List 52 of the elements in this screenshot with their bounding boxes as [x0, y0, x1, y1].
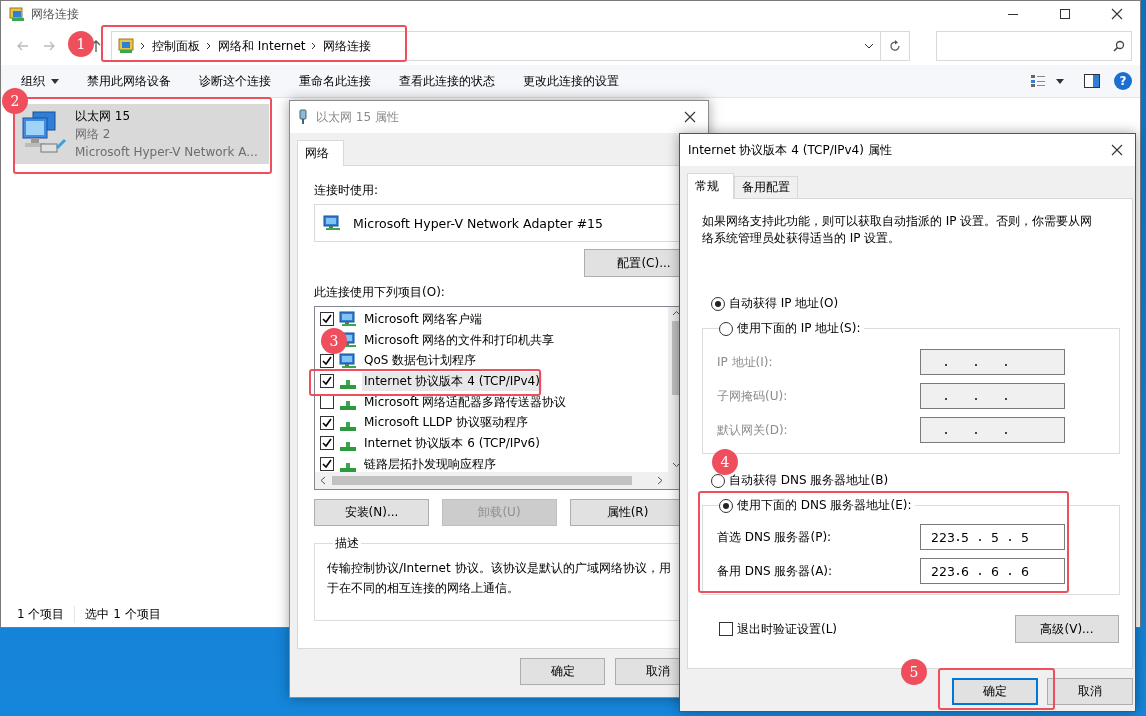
toolbar-button[interactable]: 诊断这个连接 [191, 68, 279, 94]
dialog-button[interactable]: 确定 [520, 658, 605, 685]
breadcrumb-item[interactable]: 网络和 Internet [218, 37, 306, 55]
tab[interactable]: 备用配置 [734, 176, 798, 198]
list-item[interactable]: Microsoft 网络客户端 [362, 309, 485, 329]
device-name: Microsoft Hyper-V Network A... [75, 144, 258, 161]
list-item[interactable]: Internet 协议版本 6 (TCP/IPv6) [362, 433, 542, 453]
action-button[interactable]: 安装(N)... [314, 499, 429, 526]
address-bar[interactable]: 控制面板 网络和 Internet 网络连接 [111, 31, 881, 61]
radio-label: 使用下面的 DNS 服务器地址(E): [737, 497, 912, 514]
dialog-button[interactable]: 确定 [952, 678, 1038, 705]
breadcrumb-item[interactable]: 控制面板 [152, 37, 200, 55]
status-text: 选中 1 个项目 [74, 605, 161, 623]
ip-address-field[interactable]: 223 6 6 6 [920, 558, 1065, 584]
list-item[interactable]: Internet 协议版本 4 (TCP/IPv4) [362, 371, 542, 391]
help-button[interactable]: ? [1114, 72, 1132, 90]
list-item[interactable]: QoS 数据包计划程序 [362, 351, 479, 371]
field-label: IP 地址(I): [717, 353, 774, 371]
radio-label: 使用下面的 IP 地址(S): [737, 320, 861, 337]
connection-name: 以太网 15 [75, 108, 132, 125]
list-item[interactable]: Microsoft 网络适配器多路传送器协议 [362, 392, 569, 412]
intro-text: 如果网络支持此功能，则可以获取自动指派的 IP 设置。否则，你需要从网络系统管理员处获得适当的 IP 设置。 [702, 213, 1094, 247]
field-label: 默认网关(D): [717, 421, 789, 439]
adapter-name: Microsoft Hyper-V Network Adapter #15 [353, 215, 604, 231]
ip-address-field[interactable]: 223 5 5 5 [920, 524, 1065, 550]
section-label: 连接时使用: [314, 182, 380, 198]
field-label: 子网掩码(U): [717, 387, 789, 405]
toolbar-button[interactable]: 更改此连接的设置 [515, 68, 627, 94]
network-name: 网络 2 [75, 126, 112, 143]
field-label: 备用 DNS 服务器(A): [717, 562, 834, 580]
description-text: 传输控制协议/Internet 协议。该协议是默认的广域网络协议，用于在不同的相互连接的网络上通信。 [327, 560, 672, 597]
radio-label: 自动获得 DNS 服务器地址(B) [729, 472, 889, 489]
breadcrumb-item[interactable]: 网络连接 [323, 37, 372, 55]
advanced-button[interactable]: 高级(V)... [1015, 615, 1119, 643]
status-text: 1 个项目 [17, 605, 65, 623]
dialog-title: 以太网 15 属性 [316, 108, 399, 126]
radio-label: 自动获得 IP 地址(O) [729, 295, 839, 312]
toolbar-button[interactable]: 查看此连接的状态 [391, 68, 503, 94]
dialog-button[interactable]: 取消 [1047, 678, 1133, 705]
toolbar-button[interactable]: 禁用此网络设备 [79, 68, 179, 94]
window-title: 网络连接 [31, 5, 79, 23]
list-item[interactable]: Microsoft 网络的文件和打印机共享 [362, 330, 557, 350]
toolbar-button[interactable]: 重命名此连接 [291, 68, 379, 94]
tab[interactable]: 网络 [297, 140, 344, 166]
list-item[interactable]: Microsoft LLDP 协议驱动程序 [362, 413, 531, 433]
section-label: 此连接使用下列项目(O): [314, 284, 446, 300]
checkbox-label: 退出时验证设置(L) [737, 620, 838, 638]
group-label: 描述 [334, 535, 360, 552]
field-label: 首选 DNS 服务器(P): [717, 528, 833, 546]
list-item[interactable]: 链路层拓扑发现响应程序 [362, 454, 498, 472]
tab[interactable]: 常规 [687, 173, 734, 199]
dialog-title: Internet 协议版本 4 (TCP/IPv4) 属性 [688, 141, 892, 159]
